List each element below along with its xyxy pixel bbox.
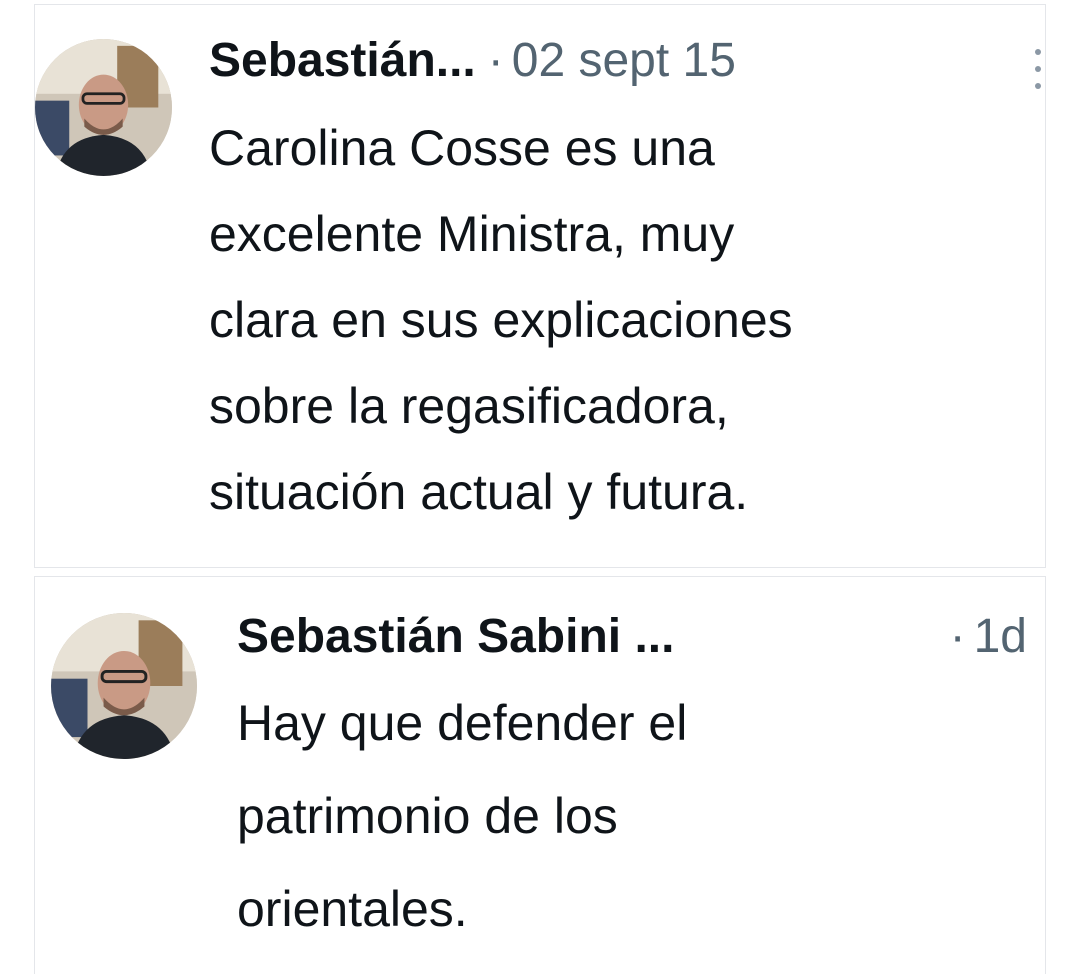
screenshot-canvas: Sebastián... · 02 sept 15 Carolina Cosse e… bbox=[0, 0, 1080, 974]
tweet-text: Carolina Cosse es una excelente Ministra… bbox=[209, 120, 793, 520]
tweet-header: Sebastián... · 02 sept 15 bbox=[209, 33, 736, 89]
tweet-header: Sebastián Sabini ... · 1d bbox=[237, 609, 1037, 665]
author-name[interactable]: Sebastián Sabini ... bbox=[237, 610, 674, 663]
avatar-photo bbox=[35, 39, 172, 176]
tweet-text: Hay que defender el patrimonio de los or… bbox=[237, 695, 688, 937]
header-separator: · bbox=[949, 610, 966, 663]
avatar-photo bbox=[51, 613, 197, 759]
tweet-date[interactable]: 1d bbox=[974, 610, 1027, 663]
tweet-date[interactable]: 02 sept 15 bbox=[512, 34, 736, 87]
avatar[interactable] bbox=[51, 613, 197, 759]
header-separator: · bbox=[487, 34, 504, 87]
tweet-time: · 1d bbox=[950, 609, 1027, 665]
tweet-card[interactable]: Sebastián Sabini ... · 1d Hay que defende… bbox=[34, 576, 1046, 974]
author-name[interactable]: Sebastián... bbox=[209, 34, 476, 87]
tweet-card[interactable]: Sebastián... · 02 sept 15 Carolina Cosse e… bbox=[34, 4, 1046, 568]
more-vertical-icon[interactable] bbox=[1033, 49, 1043, 89]
avatar[interactable] bbox=[35, 39, 172, 176]
